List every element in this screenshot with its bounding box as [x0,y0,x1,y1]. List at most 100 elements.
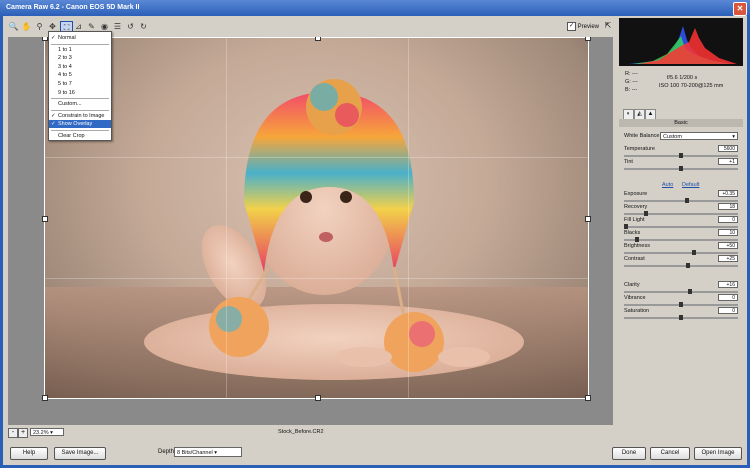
crop-menu-item[interactable]: 5 to 7 [49,80,111,88]
white-balance-label: White Balance: [624,133,661,139]
filename-label: Stock_Before.CR2 [278,429,324,435]
cancel-button[interactable]: Cancel [650,447,690,460]
panel-tabs: ◐ ◭ ▲ [619,109,743,120]
clarity-slider-thumb[interactable] [687,289,692,294]
menu-separator [51,98,109,100]
preview-toggle[interactable]: ✓ Preview [567,22,599,31]
zoom-level-value: 23.2% [33,430,49,436]
depth-select[interactable]: 8 Bits/Channel ▾ [174,447,242,457]
done-button[interactable]: Done [612,447,646,460]
readout-b: B: --- [625,87,638,93]
exposure-control: Exposure +0.35 [624,190,738,203]
crop-menu-item[interactable]: ✓ Show Overlay [49,120,111,129]
clarity-value[interactable]: +16 [718,281,738,288]
clarity-control: Clarity +16 [624,281,738,294]
crop-handle[interactable] [585,395,591,401]
help-button[interactable]: Help [10,447,48,460]
crop-handle[interactable] [315,395,321,401]
saturation-value[interactable]: 0 [718,307,738,314]
white-balance-value: Custom [663,134,682,140]
contrast-value[interactable]: +25 [718,255,738,262]
crop-menu-item[interactable]: ✓ Constrain to Image [49,112,111,120]
tint-slider-thumb[interactable] [679,166,683,171]
panel-section-title: Basic [619,119,743,127]
crop-menu-item[interactable]: Custom... [49,100,111,108]
crop-menu-item-label: Constrain to Image [58,112,105,119]
crop-menu-item[interactable]: 3 to 4 [49,63,111,71]
recovery-value[interactable]: 18 [718,203,738,210]
preview-checkbox[interactable]: ✓ [567,22,576,31]
check-icon: ✓ [51,35,56,41]
histogram-graph [629,26,737,64]
camera-readout: R: --- G: --- B: --- f/5.6 1/200 s ISO 1… [619,68,743,106]
blacks-control: Blacks 10 [624,229,738,242]
vibrance-label: Vibrance [624,295,646,301]
crop-menu-item-label: Custom... [58,101,82,108]
fill-light-slider-track[interactable] [624,226,738,228]
save-image-button[interactable]: Save Image... [54,447,106,460]
blacks-slider-thumb[interactable] [635,237,639,242]
recovery-slider-thumb[interactable] [643,211,648,216]
fullscreen-icon[interactable]: ⇱ [603,21,613,31]
zoom-in-button[interactable]: + [18,428,28,438]
crop-menu-item[interactable]: 4 to 5 [49,71,111,79]
zoom-out-button[interactable]: - [8,428,18,438]
blacks-slider-track[interactable] [624,239,738,241]
vibrance-slider-thumb[interactable] [679,302,683,307]
exposure-value[interactable]: +0.35 [718,190,738,197]
saturation-slider-thumb[interactable] [679,315,683,320]
zoom-level-select[interactable]: 23.2% ▾ [30,428,64,436]
crop-menu-item-label: Normal [58,35,76,41]
crop-menu-item[interactable]: 9 to 16 [49,89,111,97]
crop-menu-item[interactable]: 2 to 3 [49,54,111,62]
crop-menu-item[interactable]: Clear Crop [49,132,111,140]
white-balance-tool-icon[interactable]: ⚲ [34,21,45,32]
check-icon: ✓ [51,121,56,128]
rotate-left-tool-icon[interactable]: ↺ [125,21,136,32]
vibrance-value[interactable]: 0 [718,294,738,301]
fill-light-value[interactable]: 0 [718,216,738,223]
recovery-slider-track[interactable] [624,213,738,215]
default-link[interactable]: Default [682,182,699,188]
brightness-slider-track[interactable] [624,252,738,254]
iso-lens: ISO 100 70-200@125 mm [659,83,724,89]
hand-tool-icon[interactable]: ✋ [21,21,32,32]
exposure-label: Exposure [624,191,648,197]
crop-box[interactable] [42,37,591,401]
tint-value[interactable]: +1 [718,158,738,165]
white-balance-select[interactable]: Custom ▾ [660,132,738,140]
depth-value: 8 Bits/Channel [177,450,213,456]
exposure-slider-track[interactable] [624,200,738,202]
blacks-label: Blacks [624,230,641,236]
crop-menu-item-label: 5 to 7 [58,81,72,87]
crop-handle[interactable] [585,216,591,222]
temperature-slider-thumb[interactable] [679,153,683,158]
saturation-label: Saturation [624,308,650,314]
crop-handle[interactable] [42,216,48,222]
exposure-slider-thumb[interactable] [684,198,689,203]
brightness-slider-thumb[interactable] [692,250,697,255]
preferences-tool-icon[interactable]: ☰ [112,21,123,32]
crop-handle[interactable] [315,37,321,41]
fill-light-slider-thumb[interactable] [624,224,628,229]
blacks-value[interactable]: 10 [718,229,738,236]
auto-link[interactable]: Auto [662,182,673,188]
rotate-right-tool-icon[interactable]: ↻ [138,21,149,32]
recovery-label: Recovery [624,204,648,210]
temperature-value[interactable]: 5600 [718,145,738,152]
window-title: Camera Raw 6.2 - Canon EOS 5D Mark II [6,4,140,11]
close-icon[interactable]: ✕ [733,2,747,16]
brightness-value[interactable]: +50 [718,242,738,249]
preview-label: Preview [577,24,600,31]
crop-menu-item[interactable]: 1 to 1 [49,46,111,54]
zoom-tool-icon[interactable]: 🔍 [8,21,19,32]
clarity-slider-track[interactable] [624,291,738,293]
contrast-slider-track[interactable] [624,265,738,267]
crop-handle[interactable] [42,395,48,401]
open-image-button[interactable]: Open Image [694,447,742,460]
contrast-slider-thumb[interactable] [685,263,690,268]
crop-menu-item-label: 9 to 16 [58,89,75,96]
crop-handle[interactable] [585,37,591,41]
crop-menu-item[interactable]: ✓ Normal [49,34,111,42]
readout-g: G: --- [625,79,638,85]
